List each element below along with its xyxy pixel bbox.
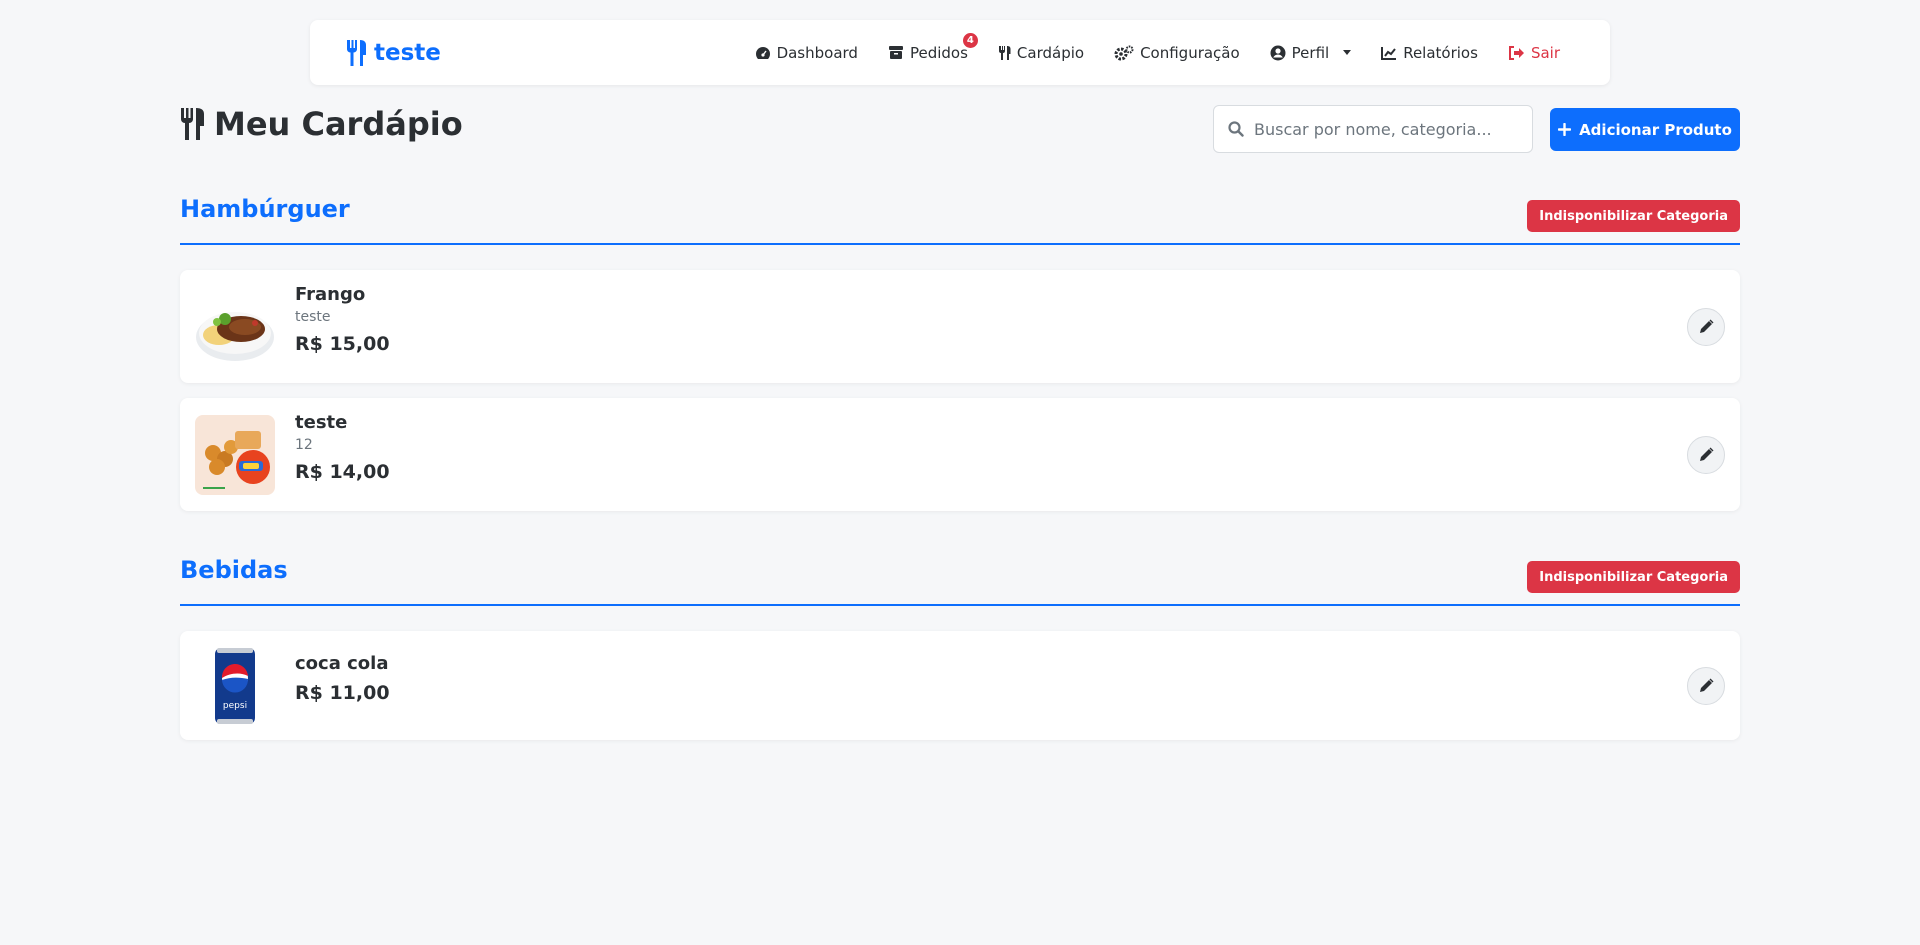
utensils-icon	[181, 108, 204, 140]
nav-item-configuracao[interactable]: Configuração	[1114, 44, 1240, 62]
product-name: Frango	[295, 284, 366, 305]
pencil-icon	[1699, 319, 1713, 333]
product-name: coca cola	[295, 653, 389, 674]
nav-label: Configuração	[1140, 43, 1240, 62]
coxinha-fanta-image	[195, 414, 275, 495]
pepsi-can-image: pepsi	[195, 645, 275, 726]
pencil-icon	[1699, 678, 1713, 692]
category-hamburguer: Hambúrguer Indisponibilizar Categoria Fr…	[180, 190, 1740, 511]
product-card: teste 12 R$ 14,00	[180, 398, 1740, 511]
product-info: teste 12 R$ 14,00	[295, 412, 390, 483]
nav-item-pedidos[interactable]: Pedidos 4	[888, 32, 978, 62]
category-header: Hambúrguer Indisponibilizar Categoria	[180, 190, 1740, 245]
nav-label: Relatórios	[1403, 43, 1478, 62]
product-image	[195, 414, 275, 495]
product-price: R$ 14,00	[295, 461, 390, 483]
svg-text:pepsi: pepsi	[223, 701, 247, 711]
orders-badge: 4	[962, 32, 978, 48]
gauge-icon	[755, 46, 770, 59]
nav-item-perfil[interactable]: Perfil	[1270, 44, 1352, 62]
add-product-button[interactable]: Adicionar Produto	[1550, 108, 1740, 151]
search-box	[1213, 105, 1533, 153]
page-title: Meu Cardápio	[180, 105, 463, 143]
product-name: teste	[295, 412, 348, 433]
pencil-icon	[1699, 447, 1713, 461]
category-title: Bebidas	[180, 556, 288, 584]
nav-links: Dashboard Pedidos 4 Cardápio Configuraçã…	[725, 20, 1560, 85]
search-icon	[1228, 121, 1244, 137]
search-input[interactable]	[1254, 119, 1514, 139]
product-price: R$ 15,00	[295, 333, 390, 355]
gears-icon	[1114, 45, 1134, 60]
product-image	[195, 286, 275, 367]
category-bebidas: Bebidas Indisponibilizar Categoria pepsi…	[180, 551, 1740, 740]
user-circle-icon	[1270, 45, 1286, 60]
product-description: teste	[295, 309, 331, 325]
edit-product-button[interactable]	[1687, 435, 1725, 474]
brand[interactable]: teste	[346, 35, 441, 71]
chevron-down-icon	[1343, 50, 1352, 55]
utensils-icon	[998, 45, 1011, 60]
nav-item-sair[interactable]: Sair	[1508, 44, 1560, 62]
top-navbar: teste Dashboard Pedidos 4 Cardápio Confi…	[310, 20, 1610, 85]
chart-line-icon	[1381, 46, 1397, 60]
disable-category-button[interactable]: Indisponibilizar Categoria	[1527, 561, 1740, 593]
sign-out-icon	[1508, 45, 1524, 60]
product-card: pepsi coca cola R$ 11,00	[180, 631, 1740, 740]
product-info: coca cola R$ 11,00	[295, 653, 390, 704]
nav-label: Dashboard	[776, 43, 858, 62]
nav-item-dashboard[interactable]: Dashboard	[755, 44, 858, 62]
utensils-icon	[347, 40, 366, 66]
plus-icon	[1558, 123, 1572, 136]
nav-item-relatorios[interactable]: Relatórios	[1381, 44, 1478, 62]
category-title: Hambúrguer	[180, 195, 350, 223]
page-title-text: Meu Cardápio	[214, 105, 463, 143]
disable-category-button[interactable]: Indisponibilizar Categoria	[1527, 200, 1740, 232]
edit-product-button[interactable]	[1687, 307, 1725, 346]
nav-label: Sair	[1530, 43, 1560, 62]
product-price: R$ 11,00	[295, 682, 390, 704]
product-info: Frango teste R$ 15,00	[295, 284, 390, 355]
product-card: Frango teste R$ 15,00	[180, 270, 1740, 383]
product-description: 12	[295, 437, 313, 453]
nav-item-cardapio[interactable]: Cardápio	[998, 44, 1084, 62]
nav-label: Pedidos	[909, 43, 968, 62]
nav-label: Perfil	[1291, 43, 1330, 62]
nav-label: Cardápio	[1016, 43, 1085, 62]
edit-product-button[interactable]	[1687, 666, 1725, 705]
product-image: pepsi	[195, 645, 275, 726]
category-header: Bebidas Indisponibilizar Categoria	[180, 551, 1740, 606]
box-icon	[888, 46, 903, 59]
add-product-label: Adicionar Produto	[1579, 120, 1732, 139]
brand-name: teste	[374, 40, 441, 66]
page-header: Meu Cardápio Adicionar Produto	[180, 103, 1740, 158]
chicken-dish-image	[195, 286, 275, 367]
